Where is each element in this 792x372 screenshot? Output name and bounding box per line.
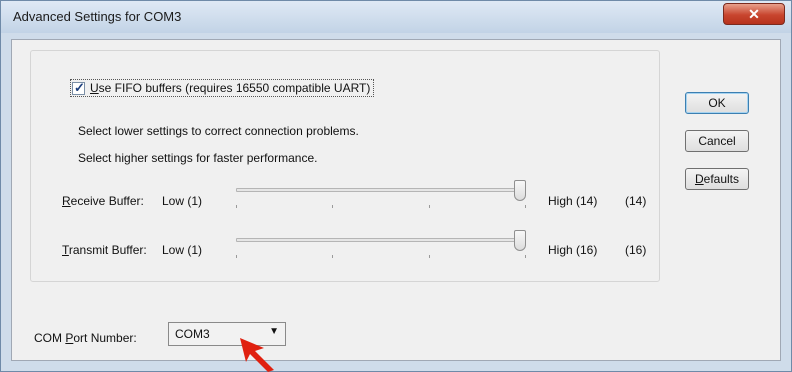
slider-tick: [429, 205, 430, 208]
transmit-buffer-label: Transmit Buffer:: [62, 243, 147, 257]
com-port-label: COM Port Number:: [34, 331, 137, 345]
checkbox-checked-icon: [72, 80, 85, 96]
close-icon: ✕: [748, 6, 760, 22]
use-fifo-label: Use FIFO buffers (requires 16550 compati…: [90, 81, 371, 95]
ok-button[interactable]: OK: [685, 92, 749, 114]
receive-low-label: Low (1): [162, 194, 203, 208]
dialog-title: Advanced Settings for COM3: [13, 9, 182, 24]
slider-tick: [332, 205, 333, 208]
receive-value: (14): [625, 194, 647, 208]
transmit-value: (16): [625, 243, 647, 257]
slider-tick: [525, 205, 526, 208]
slider-tick: [236, 255, 237, 258]
com-port-selected-value: COM3: [175, 327, 210, 341]
slider-tick: [525, 255, 526, 258]
slider-track: [236, 188, 526, 192]
receive-buffer-label: Receive Buffer:: [62, 194, 144, 208]
receive-buffer-slider[interactable]: [236, 180, 526, 210]
use-fifo-checkbox[interactable]: Use FIFO buffers (requires 16550 compati…: [70, 79, 375, 97]
cancel-button[interactable]: Cancel: [685, 130, 749, 152]
transmit-high-label: High (16): [548, 243, 598, 257]
note-lower-settings: Select lower settings to correct connect…: [78, 124, 359, 138]
note-higher-settings: Select higher settings for faster perfor…: [78, 151, 318, 165]
slider-tick: [332, 255, 333, 258]
slider-thumb[interactable]: [514, 180, 526, 201]
defaults-button[interactable]: Defaults: [685, 168, 749, 190]
slider-thumb[interactable]: [514, 230, 526, 251]
close-button[interactable]: ✕: [723, 3, 785, 25]
slider-tick: [429, 255, 430, 258]
slider-tick: [236, 205, 237, 208]
annotation-arrow-icon: [240, 338, 274, 372]
transmit-low-label: Low (1): [162, 243, 203, 257]
title-bar[interactable]: Advanced Settings for COM3 ✕: [1, 1, 791, 33]
receive-high-label: High (14): [548, 194, 598, 208]
slider-track: [236, 238, 526, 242]
transmit-buffer-slider[interactable]: [236, 230, 526, 260]
